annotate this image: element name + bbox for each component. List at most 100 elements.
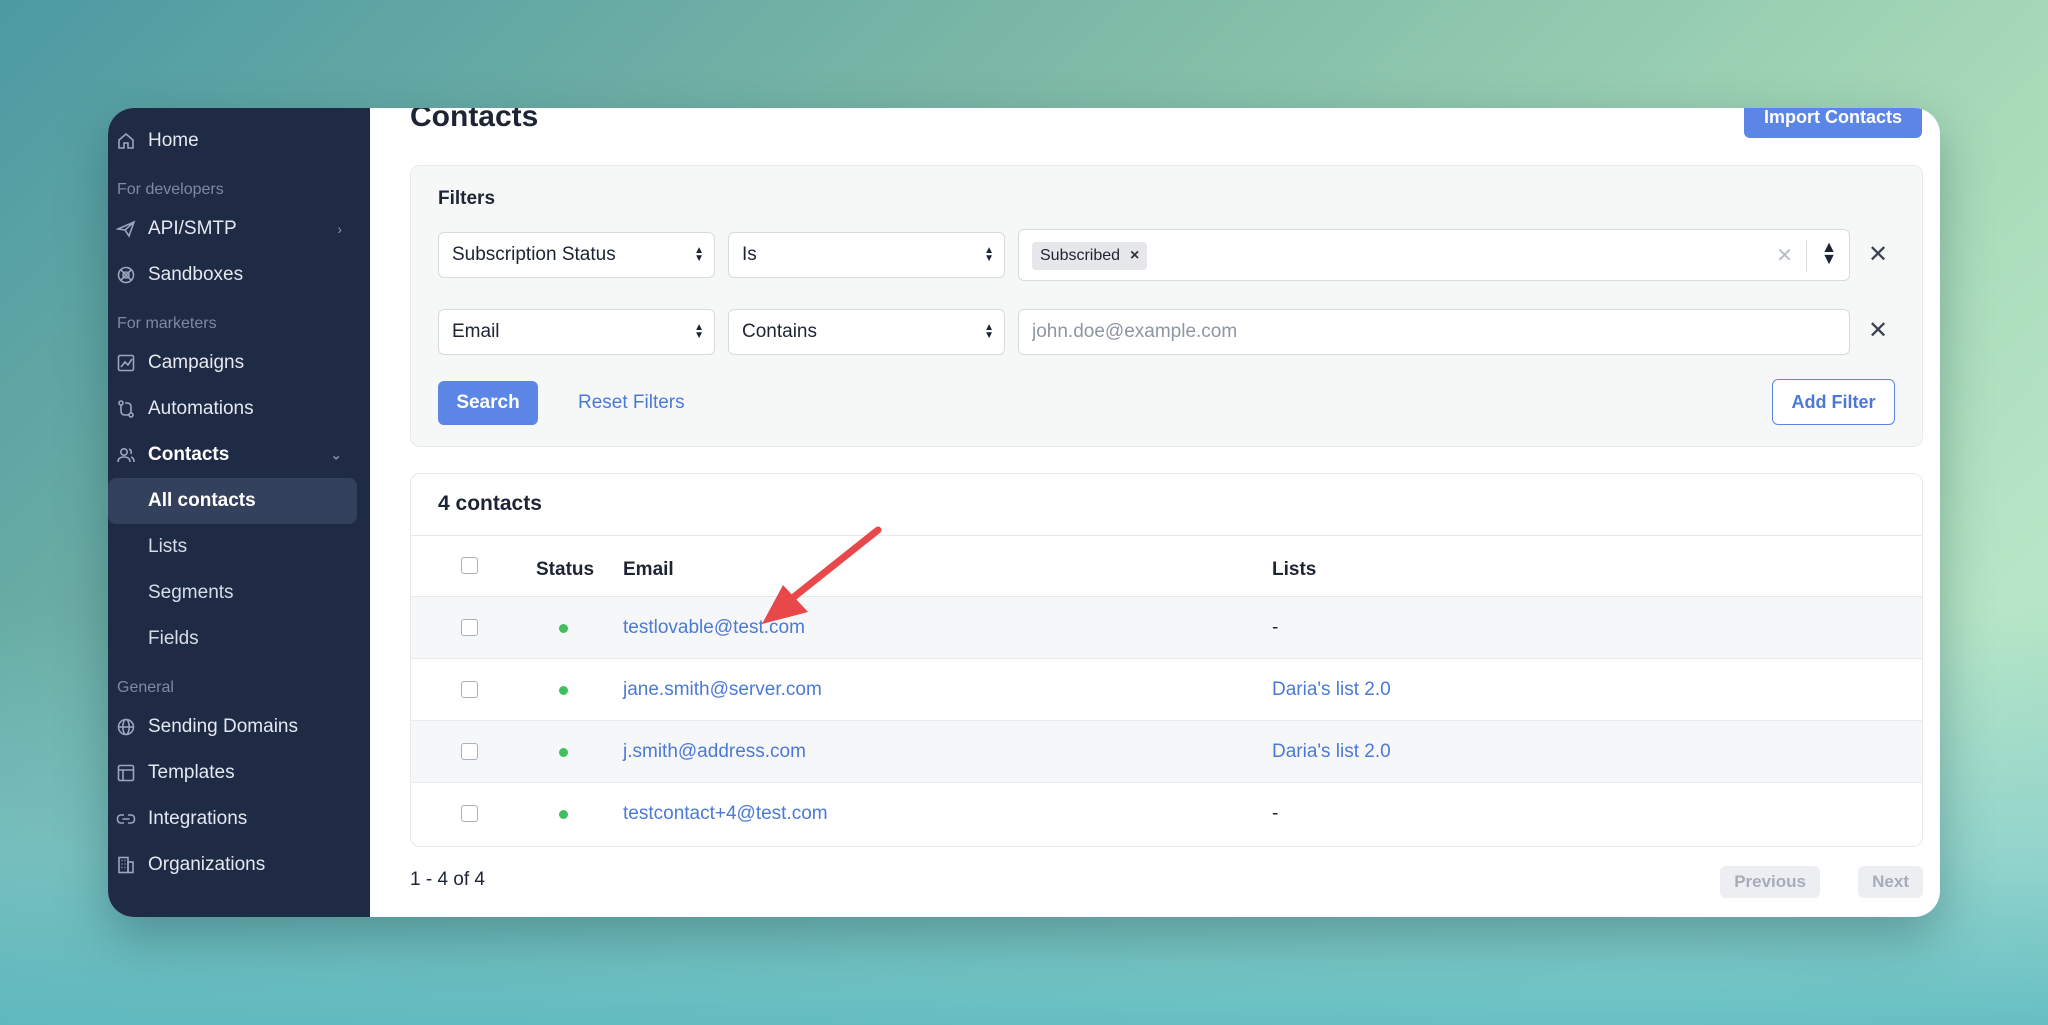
remove-filter-icon[interactable]: ✕ <box>1868 316 1888 345</box>
page-title: Contacts <box>410 108 539 133</box>
column-header-email: Email <box>623 559 674 580</box>
select-value: Subscription Status <box>452 244 616 265</box>
section-label-marketers: For marketers <box>117 315 217 332</box>
sidebar-item-label: Sandboxes <box>148 264 244 285</box>
sidebar-item-templates[interactable]: Templates <box>108 750 370 796</box>
sidebar-item-label: Integrations <box>148 808 248 829</box>
select-value: Email <box>452 321 500 342</box>
globe-icon <box>115 716 137 738</box>
main-content: Contacts Import Contacts Filters Subscri… <box>370 108 1940 917</box>
clear-icon[interactable]: ✕ <box>1776 243 1793 268</box>
select-arrows-icon: ▲ ▼ <box>694 245 704 264</box>
import-contacts-button[interactable]: Import Contacts <box>1743 108 1922 138</box>
contact-lists: - <box>1272 617 1279 638</box>
dropdown-arrows-icon[interactable]: ▲ ▼ <box>1821 240 1837 268</box>
row-checkbox[interactable] <box>461 743 478 760</box>
filters-panel: Filters Subscription Status ▲ ▼ Is ▲ ▼ Sub… <box>410 165 1923 447</box>
divider <box>1806 240 1807 272</box>
row-checkbox[interactable] <box>461 805 478 822</box>
filter-value-input-2[interactable] <box>1018 309 1850 355</box>
app-window: Home For developers API/SMTP › Sandboxes… <box>108 108 1940 917</box>
table-row: testlovable@test.com - <box>411 597 1922 659</box>
atom-icon <box>115 264 137 286</box>
select-arrows-icon: ▲ ▼ <box>984 322 994 341</box>
sidebar-item-label: Organizations <box>148 854 266 875</box>
sidebar: Home For developers API/SMTP › Sandboxes… <box>108 108 370 917</box>
building-icon <box>115 854 137 876</box>
filter-field-select-2[interactable]: Email ▲ ▼ <box>438 309 715 355</box>
status-dot <box>559 686 568 695</box>
filter-value-multiselect-1[interactable]: Subscribed × ✕ ▲ ▼ <box>1018 229 1850 281</box>
status-dot <box>559 624 568 633</box>
chevron-down-icon: ⌄ <box>330 446 342 463</box>
home-icon <box>115 130 137 152</box>
select-arrows-icon: ▲ ▼ <box>694 322 704 341</box>
contact-list-link[interactable]: Daria's list 2.0 <box>1272 679 1391 701</box>
chip-label: Subscribed <box>1040 247 1121 264</box>
sidebar-item-contacts[interactable]: Contacts ⌄ <box>108 432 370 478</box>
filter-operator-select-1[interactable]: Is ▲ ▼ <box>728 232 1005 278</box>
row-checkbox[interactable] <box>461 681 478 698</box>
status-dot <box>559 810 568 819</box>
select-arrows-icon: ▲ ▼ <box>984 245 994 264</box>
contact-lists: - <box>1272 803 1279 824</box>
contact-email-link[interactable]: jane.smith@server.com <box>623 679 822 701</box>
contact-email-link[interactable]: testlovable@test.com <box>623 617 805 639</box>
sidebar-item-label: Automations <box>148 398 254 419</box>
sidebar-item-label: Sending Domains <box>148 716 298 737</box>
row-checkbox[interactable] <box>461 619 478 636</box>
sidebar-item-sandboxes[interactable]: Sandboxes <box>108 252 370 298</box>
sidebar-item-label: Templates <box>148 762 235 783</box>
section-label-general: General <box>117 679 174 696</box>
table-row: testcontact+4@test.com - <box>411 783 1922 845</box>
column-header-status: Status <box>536 559 595 580</box>
contact-email-link[interactable]: j.smith@address.com <box>623 741 806 763</box>
table-header: Status Email Lists <box>411 535 1922 597</box>
template-icon <box>115 762 137 784</box>
table-row: jane.smith@server.com Daria's list 2.0 <box>411 659 1922 721</box>
sidebar-item-organizations[interactable]: Organizations <box>108 842 370 888</box>
contact-email-link[interactable]: testcontact+4@test.com <box>623 803 828 825</box>
status-dot <box>559 748 568 757</box>
chevron-right-icon: › <box>337 221 342 237</box>
table-row: j.smith@address.com Daria's list 2.0 <box>411 721 1922 783</box>
column-header-lists: Lists <box>1272 559 1317 580</box>
sidebar-item-campaigns[interactable]: Campaigns <box>108 340 370 386</box>
chart-line-icon <box>115 352 137 374</box>
sidebar-subitem-all-contacts[interactable]: All contacts <box>108 478 357 524</box>
pagination-summary: 1 - 4 of 4 <box>410 869 485 890</box>
paper-plane-icon <box>115 218 137 240</box>
add-filter-button[interactable]: Add Filter <box>1772 379 1895 425</box>
contacts-table-card: 4 contacts Status Email Lists testlovabl… <box>410 473 1923 847</box>
search-button[interactable]: Search <box>438 381 538 425</box>
value-chip: Subscribed × <box>1032 242 1148 270</box>
filters-title: Filters <box>438 188 496 209</box>
sidebar-subitem-segments[interactable]: Segments <box>108 570 357 616</box>
flow-icon <box>115 398 137 420</box>
sidebar-item-label: Home <box>148 130 199 151</box>
remove-filter-icon[interactable]: ✕ <box>1868 240 1888 269</box>
sidebar-item-automations[interactable]: Automations <box>108 386 370 432</box>
filter-field-select-1[interactable]: Subscription Status ▲ ▼ <box>438 232 715 278</box>
sidebar-item-api-smtp[interactable]: API/SMTP › <box>108 206 370 252</box>
select-value: Contains <box>742 321 817 342</box>
remove-chip-icon[interactable]: × <box>1130 247 1139 265</box>
sidebar-item-home[interactable]: Home <box>108 118 370 164</box>
sidebar-subitem-lists[interactable]: Lists <box>108 524 357 570</box>
users-icon <box>115 444 137 466</box>
sidebar-item-integrations[interactable]: Integrations <box>108 796 370 842</box>
reset-filters-button[interactable]: Reset Filters <box>578 381 685 425</box>
previous-page-button[interactable]: Previous <box>1720 866 1820 898</box>
sidebar-item-label: Contacts <box>148 444 230 465</box>
select-value: Is <box>742 244 757 265</box>
sidebar-subitem-fields[interactable]: Fields <box>108 616 357 662</box>
contact-list-link[interactable]: Daria's list 2.0 <box>1272 741 1391 763</box>
sidebar-item-label: Campaigns <box>148 352 245 373</box>
contacts-count: 4 contacts <box>438 492 542 515</box>
sidebar-item-sending-domains[interactable]: Sending Domains <box>108 704 370 750</box>
select-all-checkbox[interactable] <box>461 557 478 574</box>
filter-operator-select-2[interactable]: Contains ▲ ▼ <box>728 309 1005 355</box>
next-page-button[interactable]: Next <box>1858 866 1923 898</box>
section-label-developers: For developers <box>117 181 224 198</box>
sidebar-item-label: API/SMTP <box>148 218 237 239</box>
